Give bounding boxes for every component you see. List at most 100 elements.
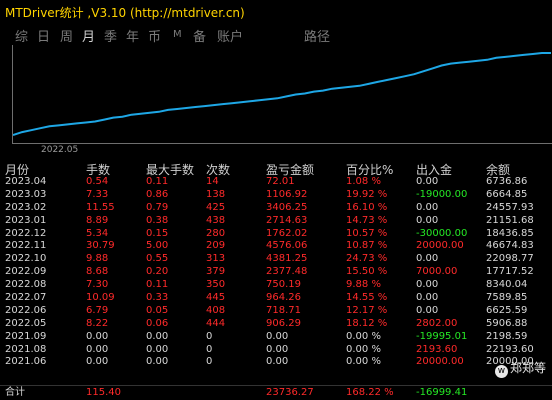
row-balance: 22098.77 [486,253,534,265]
row-percent: 0.00 % [346,343,381,355]
tab-day[interactable]: 日 [37,26,50,45]
row-balance: 5906.88 [486,317,528,329]
row-lots: 8.22 [86,317,109,329]
row-lots: 8.68 [86,266,109,278]
row-deposit: -30000.00 [416,227,468,239]
x-axis-tick-label: 2022.05 [41,145,79,155]
table-row: 2021.08 0.00 0.00 0 0.00 0.00 % 2193.60 22193.6… [0,344,552,357]
row-max-lots: 0.33 [146,292,169,304]
row-deposit: 0.00 [416,176,439,187]
row-max-lots: 0.11 [146,176,169,187]
row-percent: 14.55 % [346,292,388,304]
row-month: 2022.09 [5,266,47,278]
table-row: 2022.11 30.79 5.00 209 4576.06 10.87 % 20000.0… [0,240,552,253]
row-count: 445 [206,292,226,304]
row-max-lots: 0.00 [146,330,169,342]
row-count: 0 [206,330,213,342]
row-month: 2022.07 [5,292,47,304]
equity-chart-svg [13,52,551,136]
row-lots: 0.00 [86,343,109,355]
row-count: 350 [206,279,226,291]
table-row: 2022.06 6.79 0.05 408 718.71 12.17 % 0.00 6625.… [0,305,552,318]
row-month: 2022.10 [5,253,47,265]
row-lots: 11.55 [86,201,115,213]
row-max-lots: 0.55 [146,253,169,265]
row-profit: 750.19 [266,279,301,291]
row-deposit: 2802.00 [416,317,458,329]
equity-chart [12,45,552,144]
tab-quarter[interactable]: 季 [104,26,117,45]
row-deposit: 0.00 [416,279,439,291]
table-row: 2022.07 10.09 0.33 445 964.26 14.55 % 0.00 7589… [0,292,552,305]
row-month: 2023.02 [5,201,47,213]
row-deposit: 20000.00 [416,240,464,252]
tab-m[interactable]: M [173,29,182,40]
table-row: 2022.08 7.30 0.11 350 750.19 9.88 % 0.00 8340.0… [0,279,552,292]
row-balance: 7589.85 [486,292,528,304]
row-percent: 16.10 % [346,201,388,213]
row-percent: 12.17 % [346,304,388,316]
row-max-lots: 0.38 [146,214,169,226]
row-month: 2023.04 [5,176,47,187]
row-count: 425 [206,201,226,213]
row-balance: 6625.59 [486,304,528,316]
table-row: 2023.01 8.89 0.38 438 2714.63 14.73 % 0.00 2115… [0,215,552,228]
row-percent: 10.57 % [346,227,388,239]
tab-path[interactable]: 路径 [304,26,330,45]
row-balance: 46674.83 [486,240,534,252]
row-balance: 6664.85 [486,188,528,200]
row-month: 2022.11 [5,240,47,252]
row-balance: 8340.04 [486,279,528,291]
row-percent: 24.73 % [346,253,388,265]
tab-account[interactable]: 账户 [217,26,243,45]
row-month: 2022.08 [5,279,47,291]
total-deposit: -16999.41 [416,387,468,398]
row-deposit: 0.00 [416,253,439,265]
row-lots: 8.89 [86,214,109,226]
table-row: 2022.10 9.88 0.55 313 4381.25 24.73 % 0.00 2209… [0,253,552,266]
row-profit: 4381.25 [266,253,308,265]
row-deposit: 2193.60 [416,343,458,355]
row-month: 2023.03 [5,188,47,200]
total-percent: 168.22 % [346,387,394,398]
table-header: 月份 手数 最大手数 次数 盈亏金额 百分比% 出入金 余额 [0,161,552,177]
row-deposit: 0.00 [416,292,439,304]
row-percent: 0.00 % [346,330,381,342]
row-lots: 30.79 [86,240,115,252]
tab-bar: 综 日 周 月 季 年 币 M 备 账户 路径 [0,26,552,46]
row-count: 379 [206,266,226,278]
row-month: 2022.06 [5,304,47,316]
total-row: 合计 115.40 23736.27 168.22 % -16999.41 [0,386,552,400]
tab-month[interactable]: 月 [82,26,95,45]
row-count: 209 [206,240,226,252]
row-count: 280 [206,227,226,239]
row-percent: 0.00 % [346,356,381,368]
table-row: 2023.04 0.54 0.11 14 72.01 1.08 % 0.00 6736.86 [0,176,552,189]
row-percent: 18.12 % [346,317,388,329]
row-max-lots: 0.86 [146,188,169,200]
equity-line [13,52,551,136]
tab-summary[interactable]: 综 [15,26,28,45]
row-deposit: 0.00 [416,214,439,226]
row-percent: 15.50 % [346,266,388,278]
row-lots: 10.09 [86,292,115,304]
row-lots: 0.00 [86,330,109,342]
total-label: 合计 [5,387,25,398]
row-deposit: 20000.00 [416,356,464,368]
row-deposit: -19995.01 [416,330,468,342]
row-balance: 22193.60 [486,343,534,355]
row-count: 438 [206,214,226,226]
row-count: 444 [206,317,226,329]
tab-year[interactable]: 年 [126,26,139,45]
row-count: 138 [206,188,226,200]
row-month: 2021.09 [5,330,47,342]
tab-currency[interactable]: 币 [148,26,161,45]
row-percent: 14.73 % [346,214,388,226]
tab-week[interactable]: 周 [60,26,73,45]
row-count: 0 [206,356,213,368]
row-count: 313 [206,253,226,265]
tab-notes[interactable]: 备 [193,26,206,45]
row-max-lots: 0.06 [146,317,169,329]
row-percent: 10.87 % [346,240,388,252]
table-row: 2022.12 5.34 0.15 280 1762.02 10.57 % -30000.0… [0,228,552,241]
